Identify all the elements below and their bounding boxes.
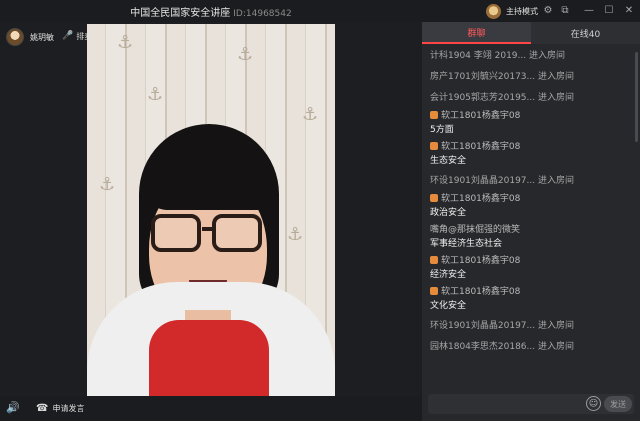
join-notice: 进入房间: [535, 321, 574, 331]
chat-message: 园林1804李思杰20186... 进入房间: [430, 337, 640, 358]
chat-message-sender: 会计1905郭志芳20195... 进入房间: [430, 88, 640, 109]
join-notice: 进入房间: [535, 93, 574, 103]
chat-message-sender: 软工1801杨鑫宇08: [430, 140, 640, 155]
chat-message: 环设1901刘晶晶20197... 进入房间: [430, 316, 640, 337]
sender-name: 环设1901刘晶晶20197...: [430, 176, 536, 186]
sender-name: 房产1701刘毓兴20173...: [430, 72, 536, 82]
chat-message: 软工1801杨鑫宇08 5方面: [430, 109, 640, 140]
popout-icon[interactable]: ⧉: [558, 4, 572, 18]
join-notice: 进入房间: [535, 342, 574, 352]
chat-list[interactable]: 计科1904 李翊 2019... 进入房间 房产1701刘毓兴20173... …: [422, 46, 640, 394]
presenter-info[interactable]: 姚玥敏: [6, 27, 54, 47]
member-badge-icon: [430, 287, 438, 295]
bottom-toolbar: 🔊 ☎ 申请发言: [0, 396, 422, 421]
sender-name: 计科1904 李翊 2019...: [430, 51, 527, 61]
room-title: 中国全民国家安全讲座: [130, 8, 231, 19]
chat-message: 软工1801杨鑫宇08 生态安全: [430, 140, 640, 171]
chat-panel: 群聊 在线40 计科1904 李翊 2019... 进入房间 房产1701刘毓兴2…: [422, 22, 640, 421]
chat-message: 会计1905郭志芳20195... 进入房间: [430, 88, 640, 109]
chat-message-sender: 园林1804李思杰20186... 进入房间: [430, 337, 640, 358]
sender-name: 嘴角@那抹倔强的微笑: [430, 225, 521, 235]
sender-name: 会计1905郭志芳20195...: [430, 93, 536, 103]
chat-message: 软工1801杨鑫宇08 经济安全: [430, 254, 640, 285]
panel-tabs: 群聊 在线40: [422, 22, 640, 44]
request-speak-button[interactable]: ☎ 申请发言: [36, 400, 84, 416]
video-stage: 姚玥敏 🎤 排麦 ⚓ ⚓ ⚓ ⚓ ⚓ ⚓: [0, 22, 422, 396]
chat-message: 房产1701刘毓兴20173... 进入房间: [430, 67, 640, 88]
presenter-avatar: [6, 28, 24, 46]
host-mode-toggle[interactable]: 主持模式: [486, 3, 538, 19]
member-badge-icon: [430, 142, 438, 150]
sender-name: 软工1801杨鑫宇08: [441, 142, 521, 152]
member-badge-icon: [430, 256, 438, 264]
chat-message: 软工1801杨鑫宇08 政治安全: [430, 192, 640, 223]
chat-composer: ☺ 发送: [428, 394, 634, 414]
window-title: 中国全民国家安全讲座 ID:14968542: [0, 4, 422, 19]
chat-input[interactable]: [432, 396, 582, 412]
chat-message-sender: 房产1701刘毓兴20173... 进入房间: [430, 67, 640, 88]
chat-message-sender: 环设1901刘晶晶20197... 进入房间: [430, 316, 640, 337]
chat-message-sender: 软工1801杨鑫宇08: [430, 285, 640, 300]
send-button[interactable]: 发送: [604, 396, 632, 412]
minimize-icon[interactable]: —: [582, 4, 596, 18]
maximize-icon[interactable]: ☐: [602, 4, 616, 18]
sender-name: 软工1801杨鑫宇08: [441, 111, 521, 121]
host-mode-label: 主持模式: [506, 6, 538, 16]
chat-message: 计科1904 李翊 2019... 进入房间: [430, 46, 640, 67]
chat-message-sender: 软工1801杨鑫宇08: [430, 192, 640, 207]
chat-message-sender: 环设1901刘晶晶20197... 进入房间: [430, 171, 640, 192]
chat-message: 嘴角@那抹倔强的微笑 军事经济生态社会: [430, 223, 640, 254]
chat-message-text: 经济安全: [430, 270, 467, 280]
chat-message-sender: 软工1801杨鑫宇08: [430, 109, 640, 124]
room-id: ID:14968542: [233, 9, 292, 19]
close-icon[interactable]: ✕: [622, 4, 636, 18]
chat-message-sender: 嘴角@那抹倔强的微笑: [430, 223, 640, 238]
chat-message: 环设1901刘晶晶20197... 进入房间: [430, 171, 640, 192]
request-speak-label: 申请发言: [52, 403, 85, 413]
chat-message-sender: 软工1801杨鑫宇08: [430, 254, 640, 269]
settings-icon[interactable]: ⚙: [541, 4, 555, 18]
chat-message-text: 政治安全: [430, 208, 467, 218]
phone-icon: ☎: [36, 402, 49, 414]
microphone-icon: 🎤: [62, 31, 74, 41]
chat-message-text: 5方面: [430, 125, 454, 135]
sender-name: 环设1901刘晶晶20197...: [430, 321, 536, 331]
tab-online[interactable]: 在线40: [531, 22, 640, 44]
chat-message-text: 生态安全: [430, 156, 467, 166]
chat-message: 软工1801杨鑫宇08 文化安全: [430, 285, 640, 316]
chat-message-text: 文化安全: [430, 301, 467, 311]
sender-name: 软工1801杨鑫宇08: [441, 194, 521, 204]
sender-name: 软工1801杨鑫宇08: [441, 256, 521, 266]
join-notice: 进入房间: [526, 51, 565, 61]
tab-group-chat[interactable]: 群聊: [422, 22, 531, 44]
chat-scrollbar[interactable]: [635, 52, 638, 142]
sender-name: 园林1804李思杰20186...: [430, 342, 536, 352]
presenter-name: 姚玥敏: [30, 32, 54, 42]
chat-message-sender: 计科1904 李翊 2019... 进入房间: [430, 46, 640, 67]
sender-name: 软工1801杨鑫宇08: [441, 287, 521, 297]
chat-message-text: 军事经济生态社会: [430, 239, 503, 249]
member-badge-icon: [430, 111, 438, 119]
emoji-icon[interactable]: ☺: [586, 396, 601, 411]
title-bar: 中国全民国家安全讲座 ID:14968542 主持模式 ⚙ ⧉ — ☐ ✕: [0, 0, 640, 22]
presenter-video: ⚓ ⚓ ⚓ ⚓ ⚓ ⚓: [87, 24, 335, 396]
host-avatar: [486, 3, 501, 19]
join-notice: 进入房间: [535, 72, 574, 82]
member-badge-icon: [430, 194, 438, 202]
join-notice: 进入房间: [535, 176, 574, 186]
volume-icon[interactable]: 🔊: [6, 401, 20, 414]
